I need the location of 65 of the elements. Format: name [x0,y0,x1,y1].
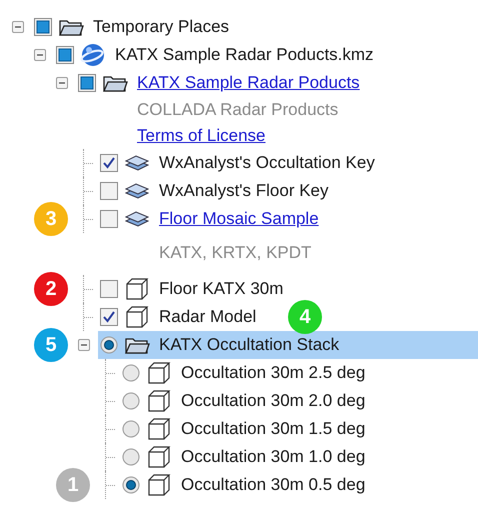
cube-icon [146,390,172,412]
tree-item[interactable]: Occultation 30m 2.5 deg [120,359,370,387]
collapse-icon[interactable] [12,21,24,33]
checkbox[interactable] [100,308,118,326]
radio-button[interactable] [122,476,140,494]
cube-icon [146,418,172,440]
tree-item[interactable]: WxAnalyst's Occultation Key [98,149,379,177]
callout-number: 3 [34,202,68,236]
item-label: KATX Sample Radar Poducts.kmz [115,45,374,65]
checkbox[interactable] [100,210,118,228]
callout-number: 5 [34,328,68,362]
globe-icon [80,43,106,67]
cube-icon [146,362,172,384]
checkbox[interactable] [78,74,96,92]
tree-item[interactable]: Floor KATX 30m [98,275,288,303]
tree-item[interactable]: KATX Sample Radar Poducts [76,69,364,97]
link[interactable]: Terms of License [137,126,266,146]
collapse-icon[interactable] [34,49,46,61]
checkbox[interactable] [100,182,118,200]
checkbox[interactable] [34,18,52,36]
tree-item[interactable]: WxAnalyst's Floor Key [98,177,333,205]
link[interactable]: Floor Mosaic Sample [159,209,319,229]
cube-icon [124,278,150,300]
tree-item[interactable]: Occultation 30m 0.5 deg [120,471,370,499]
cube-icon [146,446,172,468]
item-label: Temporary Places [93,17,230,37]
radio-button[interactable] [122,392,140,410]
checkbox[interactable] [56,46,74,64]
layers-icon [124,181,150,201]
item-label: Occultation 30m 2.5 deg [181,363,366,383]
tree-item[interactable]: KATX Occultation Stack [98,331,478,359]
item-label: Floor KATX 30m [159,279,284,299]
item-label: Occultation 30m 0.5 deg [181,475,366,495]
radio-button[interactable] [100,336,118,354]
link[interactable]: KATX Sample Radar Poducts [137,73,360,93]
collapse-icon[interactable] [78,339,90,351]
tree-item[interactable]: Radar Model [98,303,260,331]
item-label: Occultation 30m 1.0 deg [181,447,366,467]
description-text: COLLADA Radar Products [137,100,338,120]
tree-item[interactable]: Occultation 30m 1.5 deg [120,415,370,443]
tree-item[interactable]: Occultation 30m 2.0 deg [120,387,370,415]
layers-icon [124,153,150,173]
tree-item[interactable]: KATX Sample Radar Poducts.kmz [54,41,378,69]
radio-button[interactable] [122,420,140,438]
item-label: Radar Model [159,307,256,327]
layers-icon [124,209,150,229]
cube-icon [124,306,150,328]
item-label: Occultation 30m 1.5 deg [181,419,366,439]
tree-item[interactable]: Floor Mosaic Sample [98,205,323,233]
cube-icon [146,474,172,496]
item-label: WxAnalyst's Occultation Key [159,153,375,173]
callout-number: 2 [34,272,68,306]
radio-button[interactable] [122,364,140,382]
radio-button[interactable] [122,448,140,466]
item-label: KATX Occultation Stack [159,335,340,355]
callout-number: 1 [56,468,90,502]
item-label: Occultation 30m 2.0 deg [181,391,366,411]
checkbox[interactable] [100,154,118,172]
callout-number: 4 [288,300,322,334]
checkbox[interactable] [100,280,118,298]
description-text: KATX, KRTX, KPDT [159,243,312,263]
tree-item[interactable]: Occultation 30m 1.0 deg [120,443,370,471]
tree-item[interactable]: Temporary Places [32,13,234,41]
item-label: WxAnalyst's Floor Key [159,181,329,201]
collapse-icon[interactable] [56,77,68,89]
